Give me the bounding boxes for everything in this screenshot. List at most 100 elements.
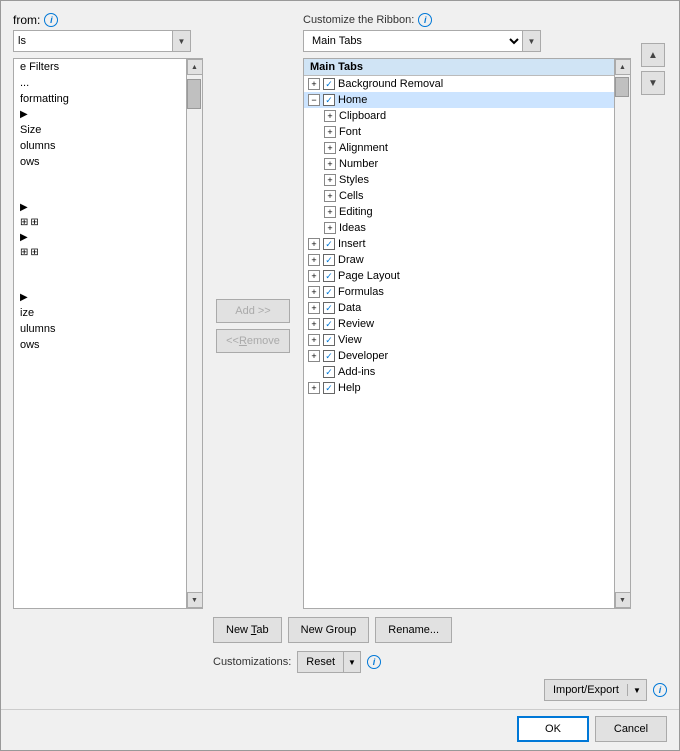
rename-button[interactable]: Rename...	[375, 617, 452, 643]
check-developer[interactable]	[323, 350, 335, 362]
check-home[interactable]	[323, 94, 335, 106]
import-export-button[interactable]: Import/Export ▼	[544, 679, 647, 701]
tree-item-pagelayout[interactable]: + Page Layout	[304, 268, 614, 284]
customize-info-icon[interactable]: i	[418, 13, 432, 27]
expand-view[interactable]: +	[308, 334, 320, 346]
list-item-formatting[interactable]: formatting	[14, 91, 186, 107]
right-scroll-down[interactable]: ▼	[615, 592, 631, 608]
expand-help[interactable]: +	[308, 382, 320, 394]
tree-item-font[interactable]: + Font	[304, 124, 614, 140]
add-button[interactable]: Add >>	[216, 299, 290, 323]
new-tab-button[interactable]: New Tab	[213, 617, 282, 643]
left-listbox[interactable]: e Filters ... formatting ▶ Size	[13, 58, 187, 609]
drag-icon-3: ⊞	[20, 247, 28, 258]
list-item-filters[interactable]: e Filters	[14, 59, 186, 75]
tree-item-developer[interactable]: + Developer	[304, 348, 614, 364]
check-review[interactable]	[323, 318, 335, 330]
check-view[interactable]	[323, 334, 335, 346]
import-export-row: Import/Export ▼ i	[213, 679, 667, 701]
expand-data[interactable]: +	[308, 302, 320, 314]
expand-home[interactable]: −	[308, 94, 320, 106]
tree-item-insert[interactable]: + Insert	[304, 236, 614, 252]
tree-item-formulas[interactable]: + Formulas	[304, 284, 614, 300]
expand-alignment[interactable]: +	[324, 142, 336, 154]
check-formulas[interactable]	[323, 286, 335, 298]
remove-button[interactable]: << Remove	[216, 329, 290, 353]
expand-review[interactable]: +	[308, 318, 320, 330]
expand-ideas[interactable]: +	[324, 222, 336, 234]
scroll-down-btn[interactable]: ▼	[187, 592, 203, 608]
right-dropdown-arrow[interactable]: ▼	[523, 30, 541, 52]
list-item-dot[interactable]: ...	[14, 75, 186, 91]
tree-item-data[interactable]: + Data	[304, 300, 614, 316]
right-listbox[interactable]: Main Tabs + Background Removal − Home	[303, 58, 615, 609]
list-item-columns[interactable]: olumns	[14, 138, 186, 154]
list-item-size2[interactable]: ize	[14, 305, 186, 321]
cancel-button[interactable]: Cancel	[595, 716, 667, 742]
right-scroll-thumb[interactable]	[615, 77, 629, 97]
check-pagelayout[interactable]	[323, 270, 335, 282]
expand-font[interactable]: +	[324, 126, 336, 138]
expand-insert[interactable]: +	[308, 238, 320, 250]
list-item-rows2[interactable]: ows	[14, 337, 186, 353]
tree-item-home[interactable]: − Home	[304, 92, 614, 108]
left-dropdown-arrow[interactable]: ▼	[173, 30, 191, 52]
tree-item-clipboard[interactable]: + Clipboard	[304, 108, 614, 124]
reset-button[interactable]: Reset	[297, 651, 343, 673]
right-scroll-up[interactable]: ▲	[615, 59, 631, 75]
tree-item-cells[interactable]: + Cells	[304, 188, 614, 204]
label-cells: Cells	[339, 190, 363, 202]
expand-draw[interactable]: +	[308, 254, 320, 266]
expand-bg[interactable]: +	[308, 78, 320, 90]
move-down-button[interactable]: ▼	[641, 71, 665, 95]
ok-button[interactable]: OK	[517, 716, 589, 742]
tree-item-editing[interactable]: + Editing	[304, 204, 614, 220]
new-group-button[interactable]: New Group	[288, 617, 370, 643]
from-info-icon[interactable]: i	[44, 13, 58, 27]
import-export-info-icon[interactable]: i	[653, 683, 667, 697]
left-dropdown[interactable]: ls	[13, 30, 173, 52]
list-dot-label: ...	[20, 77, 29, 89]
tree-item-ideas[interactable]: + Ideas	[304, 220, 614, 236]
list-formatting-label: formatting	[20, 93, 69, 105]
reset-info-icon[interactable]: i	[367, 655, 381, 669]
expand-pagelayout[interactable]: +	[308, 270, 320, 282]
expand-number[interactable]: +	[324, 158, 336, 170]
tree-item-view[interactable]: + View	[304, 332, 614, 348]
tree-item-draw[interactable]: + Draw	[304, 252, 614, 268]
scroll-up-btn[interactable]: ▲	[187, 59, 203, 75]
right-dropdown[interactable]: Main Tabs	[303, 30, 523, 52]
main-tabs-header: Main Tabs	[304, 59, 614, 76]
check-help[interactable]	[323, 382, 335, 394]
list-item-drag2[interactable]: ⊞ ⊞	[14, 245, 186, 260]
tree-item-alignment[interactable]: + Alignment	[304, 140, 614, 156]
label-insert: Insert	[338, 238, 366, 250]
expand-clipboard[interactable]: +	[324, 110, 336, 122]
list-item-columns2[interactable]: ulumns	[14, 321, 186, 337]
new-tab-label: New Tab	[226, 624, 269, 636]
expand-formulas[interactable]: +	[308, 286, 320, 298]
move-up-button[interactable]: ▲	[641, 43, 665, 67]
check-draw[interactable]	[323, 254, 335, 266]
expand-cells[interactable]: +	[324, 190, 336, 202]
reset-arrow-button[interactable]: ▼	[343, 651, 361, 673]
tree-item-styles[interactable]: + Styles	[304, 172, 614, 188]
tree-item-addins[interactable]: Add-ins	[304, 364, 614, 380]
list-item-drag1[interactable]: ⊞ ⊞	[14, 215, 186, 230]
customize-label: Customize the Ribbon:	[303, 14, 414, 26]
list-item-size[interactable]: Size	[14, 122, 186, 138]
expand-styles[interactable]: +	[324, 174, 336, 186]
expand-editing[interactable]: +	[324, 206, 336, 218]
tree-item-number[interactable]: + Number	[304, 156, 614, 172]
label-font: Font	[339, 126, 361, 138]
check-addins[interactable]	[323, 366, 335, 378]
tree-item-review[interactable]: + Review	[304, 316, 614, 332]
check-data[interactable]	[323, 302, 335, 314]
list-item-rows[interactable]: ows	[14, 154, 186, 170]
tree-item-help[interactable]: + Help	[304, 380, 614, 396]
tree-item-bg[interactable]: + Background Removal	[304, 76, 614, 92]
scroll-thumb[interactable]	[187, 79, 201, 109]
check-insert[interactable]	[323, 238, 335, 250]
expand-developer[interactable]: +	[308, 350, 320, 362]
check-bg[interactable]	[323, 78, 335, 90]
